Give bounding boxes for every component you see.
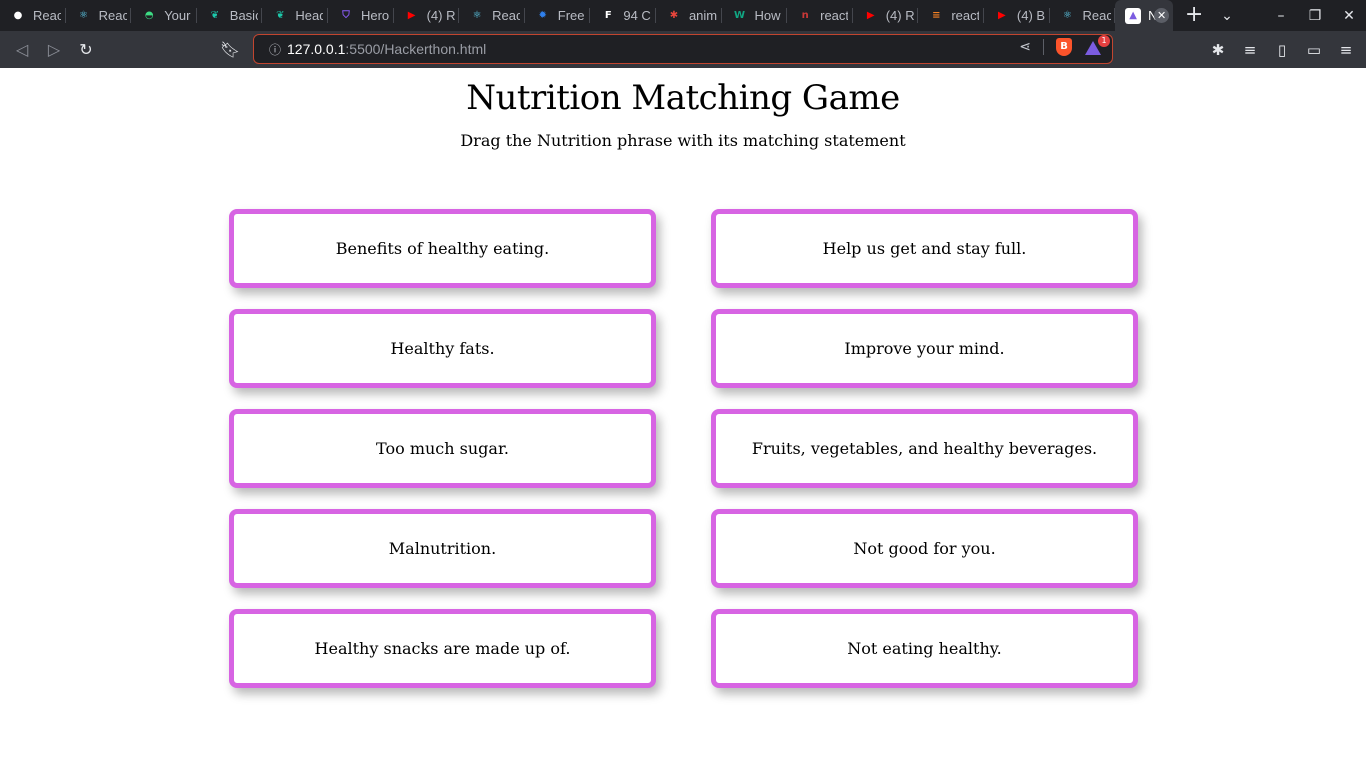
minimize-icon[interactable]: – [1264,8,1298,24]
tab-label: React [98,8,127,23]
youtube-icon: ▶ [866,10,875,21]
reload-icon[interactable]: ↻ [70,34,102,66]
url-path: :5500/Hackerthon.html [345,41,487,57]
page-title: Nutrition Matching Game [466,78,900,118]
tab-6[interactable]: ▶ (4) R [394,0,460,31]
tab-label: (4) R [885,8,914,23]
brave-rewards-icon[interactable]: 1 [1084,35,1110,56]
w-icon: W [734,10,746,21]
tab-active[interactable]: ▲ N ✕ [1115,0,1174,31]
tab-label: React [33,8,61,23]
tab-label: Hero [360,8,389,23]
rewards-badge: 1 [1098,35,1110,47]
tab-label: (4) R [426,8,455,23]
tab-search-icon[interactable]: ⌄ [1210,8,1244,24]
android-icon: ◓ [144,10,154,21]
site-info-icon[interactable]: ⓘ [264,41,286,58]
tab-8[interactable]: ✹ Free [525,0,591,31]
window-controls: ⌄ – ❐ ✕ [1210,0,1366,31]
tab-16[interactable]: ⚛ React [1050,0,1116,31]
tab-strip: ● React ⚛ React ◓ Your ❦ Basic ❦ Head ⛉ Hero ▶ (4) R ⚛… [0,0,1366,31]
stackoverflow-icon: ≡ [932,10,941,21]
asterisk-icon: ✱ [669,10,679,21]
tab-15[interactable]: ▶ (4) B [984,0,1050,31]
tab-label: React [1082,8,1111,23]
leaf-icon: ❦ [210,10,219,21]
left-card[interactable]: Malnutrition. [229,509,656,588]
tab-5[interactable]: ⛉ Hero [328,0,394,31]
tab-4[interactable]: ❦ Head [262,0,328,31]
sidebar-icon[interactable]: ▯ [1270,41,1294,59]
shield-icon: ⛉ [342,10,350,21]
tab-label: Free [557,8,585,23]
tab-2[interactable]: ◓ Your [131,0,197,31]
page-subtitle: Drag the Nutrition phrase with its match… [460,131,906,150]
share-icon[interactable]: ⋖ [1019,39,1031,55]
toolbar-right: ✱ ≡ ▯ ▭ ≡ [1206,31,1358,68]
tab-label: react [951,8,980,23]
react-icon: ⚛ [1063,10,1072,21]
leaf-icon: ❦ [276,10,285,21]
tab-0[interactable]: ● React [0,0,66,31]
youtube-icon: ▶ [998,10,1006,21]
back-icon[interactable]: ◁ [6,34,38,66]
right-card[interactable]: Not eating healthy. [711,609,1138,688]
youtube-icon: ▶ [407,10,416,21]
tab-1[interactable]: ⚛ React [66,0,132,31]
wallet-icon[interactable]: ▭ [1302,41,1326,59]
tab-label: Basic [229,8,258,23]
left-card[interactable]: Healthy fats. [229,309,656,388]
matching-grid: Benefits of healthy eating. Help us get a… [229,209,1138,688]
new-tab-button[interactable]: + [1179,0,1209,31]
tab-11[interactable]: W How [722,0,788,31]
address-bar[interactable]: ⓘ 127.0.0.1:5500/Hackerthon.html ⋖ B 1 [253,34,1113,64]
tab-12[interactable]: n react [787,0,853,31]
tab-9[interactable]: F 94 CS [590,0,656,31]
tab-13[interactable]: ▶ (4) R [853,0,919,31]
bug-icon: ✹ [538,10,547,21]
tab-label: (4) B [1016,8,1045,23]
react-native-icon: ⚛ [472,10,482,21]
tab-3[interactable]: ❦ Basic [197,0,263,31]
tab-label: Your [164,8,191,23]
react-icon: ⚛ [79,10,89,21]
page-content: Nutrition Matching Game Drag the Nutriti… [0,68,1366,768]
tab-label: anim [688,8,717,23]
bookmark-icon[interactable]: 🔖︎ [214,34,246,66]
tab-label: Head [295,8,324,23]
left-card[interactable]: Benefits of healthy eating. [229,209,656,288]
url-host: 127.0.0.1 [287,41,346,57]
right-card[interactable]: Fruits, vegetables, and healthy beverage… [711,409,1138,488]
restore-icon[interactable]: ❐ [1298,8,1332,24]
tab-label: react [820,8,849,23]
menu-icon[interactable]: ≡ [1334,41,1358,59]
tab-list: ● React ⚛ React ◓ Your ❦ Basic ❦ Head ⛉ Hero ▶ (4) R ⚛… [0,0,1115,31]
left-card[interactable]: Healthy snacks are made up of. [229,609,656,688]
github-icon: ● [13,10,23,21]
forward-icon[interactable]: ▷ [38,34,70,66]
page-favicon-icon: ▲ [1125,7,1142,24]
brave-shields-icon[interactable]: B [1056,38,1072,56]
tab-label: 94 CS [623,8,651,23]
left-card[interactable]: Too much sugar. [229,409,656,488]
browser-toolbar: ◁ ▷ ↻ 🔖︎ ⓘ 127.0.0.1:5500/Hackerthon.htm… [0,31,1366,68]
tab-7[interactable]: ⚛ React [459,0,525,31]
right-card[interactable]: Not good for you. [711,509,1138,588]
right-card[interactable]: Improve your mind. [711,309,1138,388]
url-text[interactable]: 127.0.0.1:5500/Hackerthon.html [287,41,486,57]
tab-14[interactable]: ≡ react [918,0,984,31]
tab-label: React [492,8,521,23]
playlist-icon[interactable]: ≡ [1238,41,1262,59]
right-card[interactable]: Help us get and stay full. [711,209,1138,288]
close-window-icon[interactable]: ✕ [1332,8,1366,24]
close-tab-icon[interactable]: ✕ [1154,8,1170,23]
tab-10[interactable]: ✱ anim [656,0,722,31]
npm-icon: n [801,10,809,21]
divider [1043,39,1044,55]
extensions-icon[interactable]: ✱ [1206,41,1230,59]
address-bar-actions: ⋖ B 1 [1019,35,1110,56]
tab-label: How [754,8,781,23]
framed-f-icon: F [604,10,612,21]
